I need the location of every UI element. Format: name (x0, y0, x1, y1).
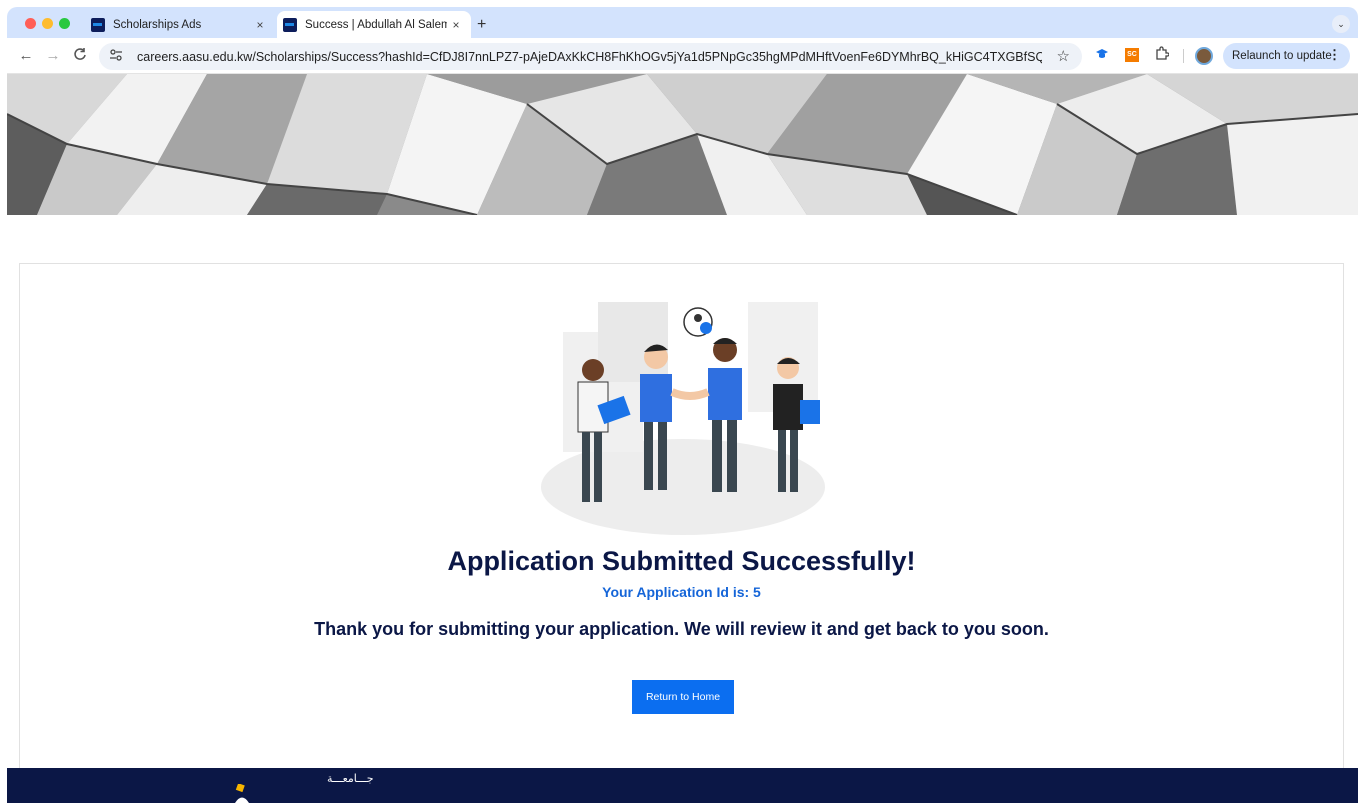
team-handshake-illustration (541, 302, 825, 535)
profile-avatar[interactable] (1195, 47, 1213, 65)
extensions-puzzle-icon[interactable] (1155, 46, 1170, 63)
forward-button[interactable]: → (44, 47, 62, 64)
sc-extension-icon[interactable]: SC (1125, 48, 1139, 62)
relaunch-button[interactable]: Relaunch to update ⋮ (1223, 43, 1350, 69)
browser-window: Scholarships Ads × Success | Abdullah Al… (7, 7, 1358, 803)
address-bar[interactable]: careers.aasu.edu.kw/Scholarships/Success… (99, 43, 1082, 70)
tab-title: Scholarships Ads (113, 18, 202, 31)
success-card: Application Submitted Successfully! Your… (19, 263, 1344, 803)
tab-search-button[interactable]: ⌄ (1332, 15, 1350, 33)
minimize-window-button[interactable] (42, 18, 53, 29)
geometric-architecture-image (7, 74, 1358, 215)
application-id-text: Your Application Id is: 5 (602, 584, 761, 600)
url-path: /Scholarships/Success?hashId=CfDJ8I7nnLP… (252, 49, 1042, 64)
close-tab-icon[interactable]: × (447, 18, 465, 32)
thank-you-message: Thank you for submitting your applicatio… (314, 619, 1049, 639)
maximize-window-button[interactable] (59, 18, 70, 29)
close-tab-icon[interactable]: × (251, 18, 269, 32)
university-logo (235, 784, 249, 803)
tab-scholarships-ads[interactable]: Scholarships Ads × (85, 11, 275, 38)
university-name-arabic: جـــامعـــة (327, 772, 374, 785)
bookmark-star-icon[interactable]: ☆ (1057, 47, 1070, 65)
graduation-cap-extension-icon[interactable] (1095, 48, 1109, 63)
browser-menu-icon[interactable]: ⋮ (1328, 47, 1341, 63)
header-banner-image (7, 74, 1358, 215)
toolbar-divider (1183, 49, 1184, 63)
reload-icon (74, 48, 86, 60)
tab-strip: Scholarships Ads × Success | Abdullah Al… (7, 7, 1358, 38)
tab-title: Success | Abdullah Al Salem U (305, 18, 447, 31)
site-favicon-icon (91, 17, 105, 32)
reload-button[interactable] (71, 47, 89, 65)
close-window-button[interactable] (25, 18, 36, 29)
relaunch-label: Relaunch to update (1232, 50, 1332, 62)
back-button[interactable]: ← (17, 47, 35, 64)
site-footer: جـــامعـــة (7, 768, 1358, 803)
url-text: careers.aasu.edu.kw/Scholarships/Success… (137, 50, 1042, 64)
site-settings-icon[interactable] (109, 49, 127, 64)
return-to-home-button[interactable]: Return to Home (632, 680, 734, 714)
page-title: Application Submitted Successfully! (447, 546, 916, 576)
browser-toolbar: ← → careers.aasu.edu.kw/Scholarships/Suc… (7, 38, 1358, 74)
tab-success[interactable]: Success | Abdullah Al Salem U × (277, 11, 471, 38)
url-host: careers.aasu.edu.kw (137, 49, 253, 64)
site-favicon-icon (283, 17, 297, 32)
new-tab-button[interactable]: + (477, 16, 486, 34)
page-viewport: Application Submitted Successfully! Your… (7, 74, 1358, 803)
